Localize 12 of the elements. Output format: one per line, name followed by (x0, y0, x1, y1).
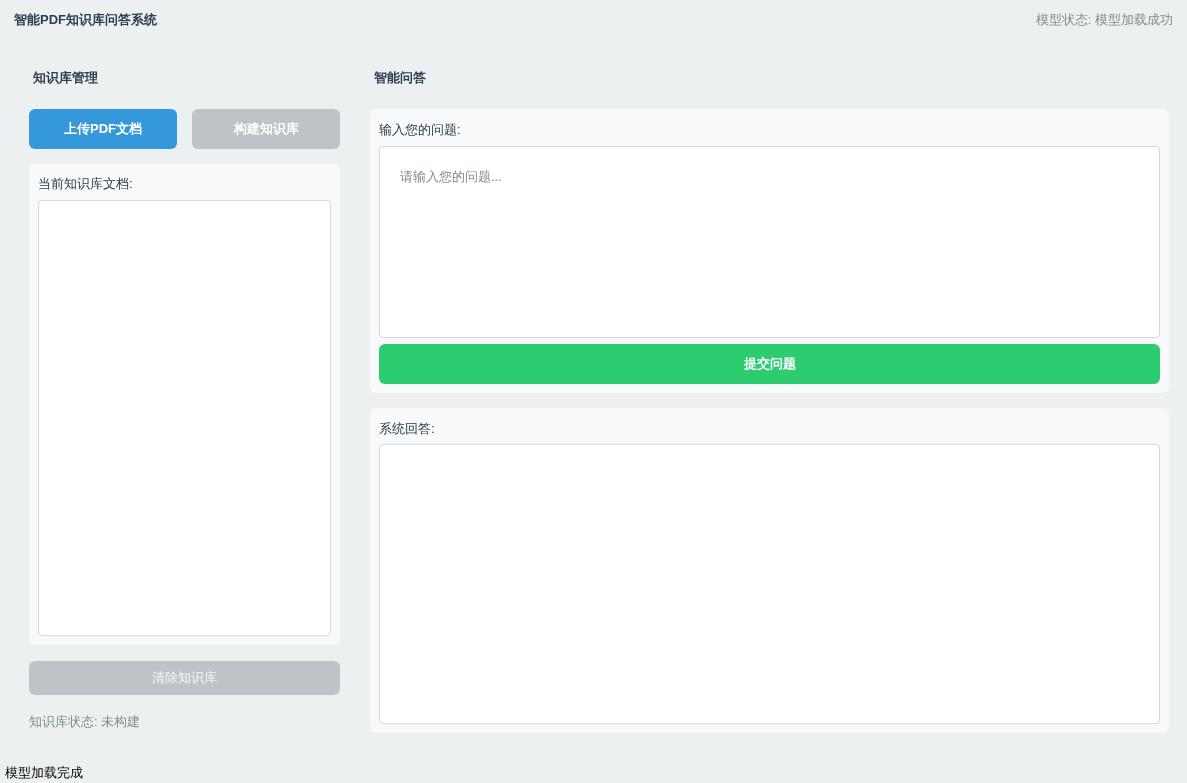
model-status-text: 模型状态: 模型加载成功 (1035, 11, 1173, 29)
question-label: 输入您的问题: (379, 121, 462, 139)
status-bar-text: 模型加载完成 (5, 764, 83, 780)
documents-label: 当前知识库文档: (38, 175, 134, 193)
section-heading: 智能问答 (373, 69, 427, 87)
answer-label: 系统回答: (379, 419, 436, 438)
knowledge-status-text: 知识库状态: 未构建 (29, 713, 142, 731)
section-heading: 知识库管理 (32, 69, 99, 87)
question-input[interactable]: 请输入您的问题... (379, 145, 1160, 338)
app-title: 智能PDF知识库问答系统 (14, 11, 157, 29)
upload-button[interactable]: 上传PDF文档 (29, 109, 177, 149)
submit-button[interactable]: 提交问题 (379, 343, 1160, 384)
